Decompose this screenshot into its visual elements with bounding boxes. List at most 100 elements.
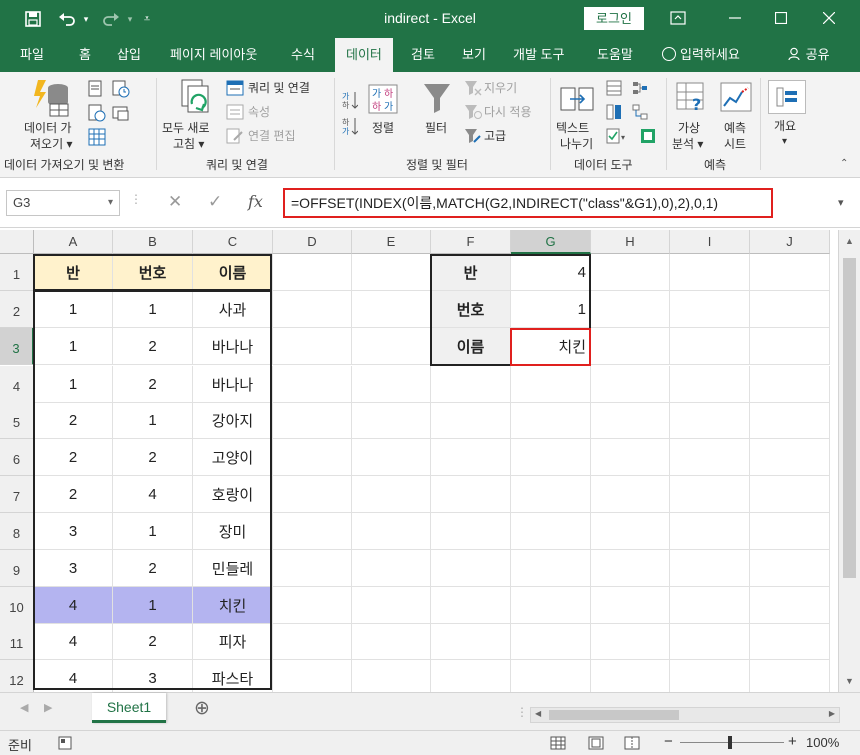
formula-input[interactable]: =OFFSET(INDEX(이름,MATCH(G2,INDIRECT("clas… — [283, 188, 773, 218]
filter-icon[interactable] — [422, 82, 452, 117]
cell-e2[interactable] — [352, 291, 431, 328]
worksheet-grid[interactable]: ABCDEFGHIJ 12345678910111213 반번호이름11사과12… — [0, 230, 838, 692]
cell-j4[interactable] — [750, 366, 830, 403]
forecast-sheet-label-1[interactable]: 예측 — [724, 120, 746, 136]
table-row-cell[interactable]: 2 — [113, 328, 193, 365]
cell-d6[interactable] — [273, 439, 352, 476]
table-row-cell[interactable]: 2 — [113, 366, 193, 403]
zoom-out-button[interactable]: − — [664, 733, 673, 750]
table-row-cell[interactable]: 1 — [113, 513, 193, 550]
cell-d12[interactable] — [273, 660, 352, 692]
table-header-cell[interactable]: 번호 — [113, 254, 193, 291]
column-header-i[interactable]: I — [670, 230, 750, 254]
cell-h1[interactable] — [591, 254, 670, 291]
sheet-tab-sheet1[interactable]: Sheet1 — [92, 693, 166, 723]
zoom-slider[interactable] — [680, 742, 784, 743]
from-table-icon[interactable] — [88, 128, 106, 149]
normal-view-icon[interactable] — [550, 736, 566, 753]
formula-bar-grip-icon[interactable]: ⋮ — [130, 192, 142, 206]
flash-fill-icon[interactable] — [606, 80, 622, 99]
cell-h9[interactable] — [591, 550, 670, 587]
cell-h11[interactable] — [591, 623, 670, 660]
cell-e6[interactable] — [352, 439, 431, 476]
cell-g11[interactable] — [511, 623, 591, 660]
ribbon-display-options-icon[interactable] — [655, 4, 701, 32]
column-header-a[interactable]: A — [34, 230, 113, 254]
tab-data[interactable]: 데이터 — [335, 38, 393, 72]
cell-h7[interactable] — [591, 476, 670, 513]
row-header-3[interactable]: 3 — [0, 328, 34, 365]
get-data-label-2[interactable]: 져오기 ▾ — [30, 136, 72, 152]
cell-e1[interactable] — [352, 254, 431, 291]
cancel-icon[interactable]: ✕ — [168, 192, 182, 212]
column-header-j[interactable]: J — [750, 230, 830, 254]
cell-d9[interactable] — [273, 550, 352, 587]
cell-i10[interactable] — [670, 587, 750, 624]
filter-label[interactable]: 필터 — [425, 120, 447, 136]
cell-j11[interactable] — [750, 623, 830, 660]
column-header-c[interactable]: C — [193, 230, 273, 254]
table-row-cell[interactable]: 사과 — [193, 291, 273, 328]
sort-ascending-icon[interactable]: 가하 — [342, 90, 359, 113]
column-header-e[interactable]: E — [352, 230, 431, 254]
collapse-ribbon-icon[interactable]: ⌃ — [840, 158, 848, 169]
cell-i5[interactable] — [670, 402, 750, 439]
scroll-down-icon[interactable]: ▼ — [845, 676, 854, 686]
tell-me-box[interactable]: 입력하세요 — [662, 38, 740, 72]
table-row-cell[interactable]: 파스타 — [193, 660, 273, 692]
cell-h3[interactable] — [591, 328, 670, 365]
cell-f9[interactable] — [431, 550, 511, 587]
lookup-label-cell[interactable]: 이름 — [431, 328, 511, 365]
table-row-cell[interactable]: 2 — [34, 402, 113, 439]
lookup-label-cell[interactable]: 반 — [431, 254, 511, 291]
cell-g9[interactable] — [511, 550, 591, 587]
cell-h4[interactable] — [591, 366, 670, 403]
cell-f4[interactable] — [431, 366, 511, 403]
horizontal-scroll-thumb[interactable] — [549, 710, 679, 720]
row-header-2[interactable]: 2 — [0, 291, 34, 328]
get-data-icon[interactable] — [32, 78, 72, 121]
select-all-corner[interactable] — [0, 230, 34, 254]
row-header-6[interactable]: 6 — [0, 439, 34, 476]
row-header-9[interactable]: 9 — [0, 550, 34, 587]
name-box[interactable]: G3 ▾ — [6, 190, 120, 216]
table-row-cell[interactable]: 3 — [34, 550, 113, 587]
row-header-1[interactable]: 1 — [0, 254, 34, 291]
cell-j5[interactable] — [750, 402, 830, 439]
cell-j8[interactable] — [750, 513, 830, 550]
cell-e4[interactable] — [352, 366, 431, 403]
insert-function-icon[interactable]: fx — [248, 192, 263, 211]
cell-i2[interactable] — [670, 291, 750, 328]
tab-home[interactable]: 홈 — [79, 38, 91, 72]
column-header-g[interactable]: G — [511, 230, 591, 254]
cell-g7[interactable] — [511, 476, 591, 513]
column-header-f[interactable]: F — [431, 230, 511, 254]
add-sheet-icon[interactable]: ⊕ — [194, 697, 210, 720]
consolidate-icon[interactable] — [632, 80, 648, 99]
text-to-columns-icon[interactable] — [560, 84, 594, 117]
table-header-cell[interactable]: 반 — [34, 254, 113, 291]
refresh-all-icon[interactable] — [178, 78, 214, 121]
cell-i11[interactable] — [670, 623, 750, 660]
minimize-icon[interactable] — [712, 4, 758, 32]
text-to-columns-label-2[interactable]: 나누기 — [560, 136, 593, 152]
scroll-left-icon[interactable]: ◀ — [535, 709, 541, 718]
cell-e10[interactable] — [352, 587, 431, 624]
chevron-down-icon[interactable]: ▾ — [108, 191, 113, 215]
cell-e12[interactable] — [352, 660, 431, 692]
row-header-7[interactable]: 7 — [0, 476, 34, 513]
what-if-label-1[interactable]: 가상 — [678, 120, 700, 136]
column-header-h[interactable]: H — [591, 230, 670, 254]
cell-e5[interactable] — [352, 402, 431, 439]
maximize-icon[interactable] — [758, 4, 804, 32]
table-row-cell[interactable]: 2 — [113, 550, 193, 587]
cell-i7[interactable] — [670, 476, 750, 513]
table-row-cell[interactable]: 4 — [34, 660, 113, 692]
refresh-all-label-1[interactable]: 모두 새로 — [162, 120, 210, 136]
table-row-cell[interactable]: 3 — [34, 513, 113, 550]
table-row-cell[interactable]: 3 — [113, 660, 193, 692]
prev-sheet-icon[interactable]: ◀ — [20, 701, 28, 714]
lookup-label-cell[interactable]: 번호 — [431, 291, 511, 328]
cell-d2[interactable] — [273, 291, 352, 328]
what-if-label-2[interactable]: 분석 ▾ — [672, 136, 703, 152]
